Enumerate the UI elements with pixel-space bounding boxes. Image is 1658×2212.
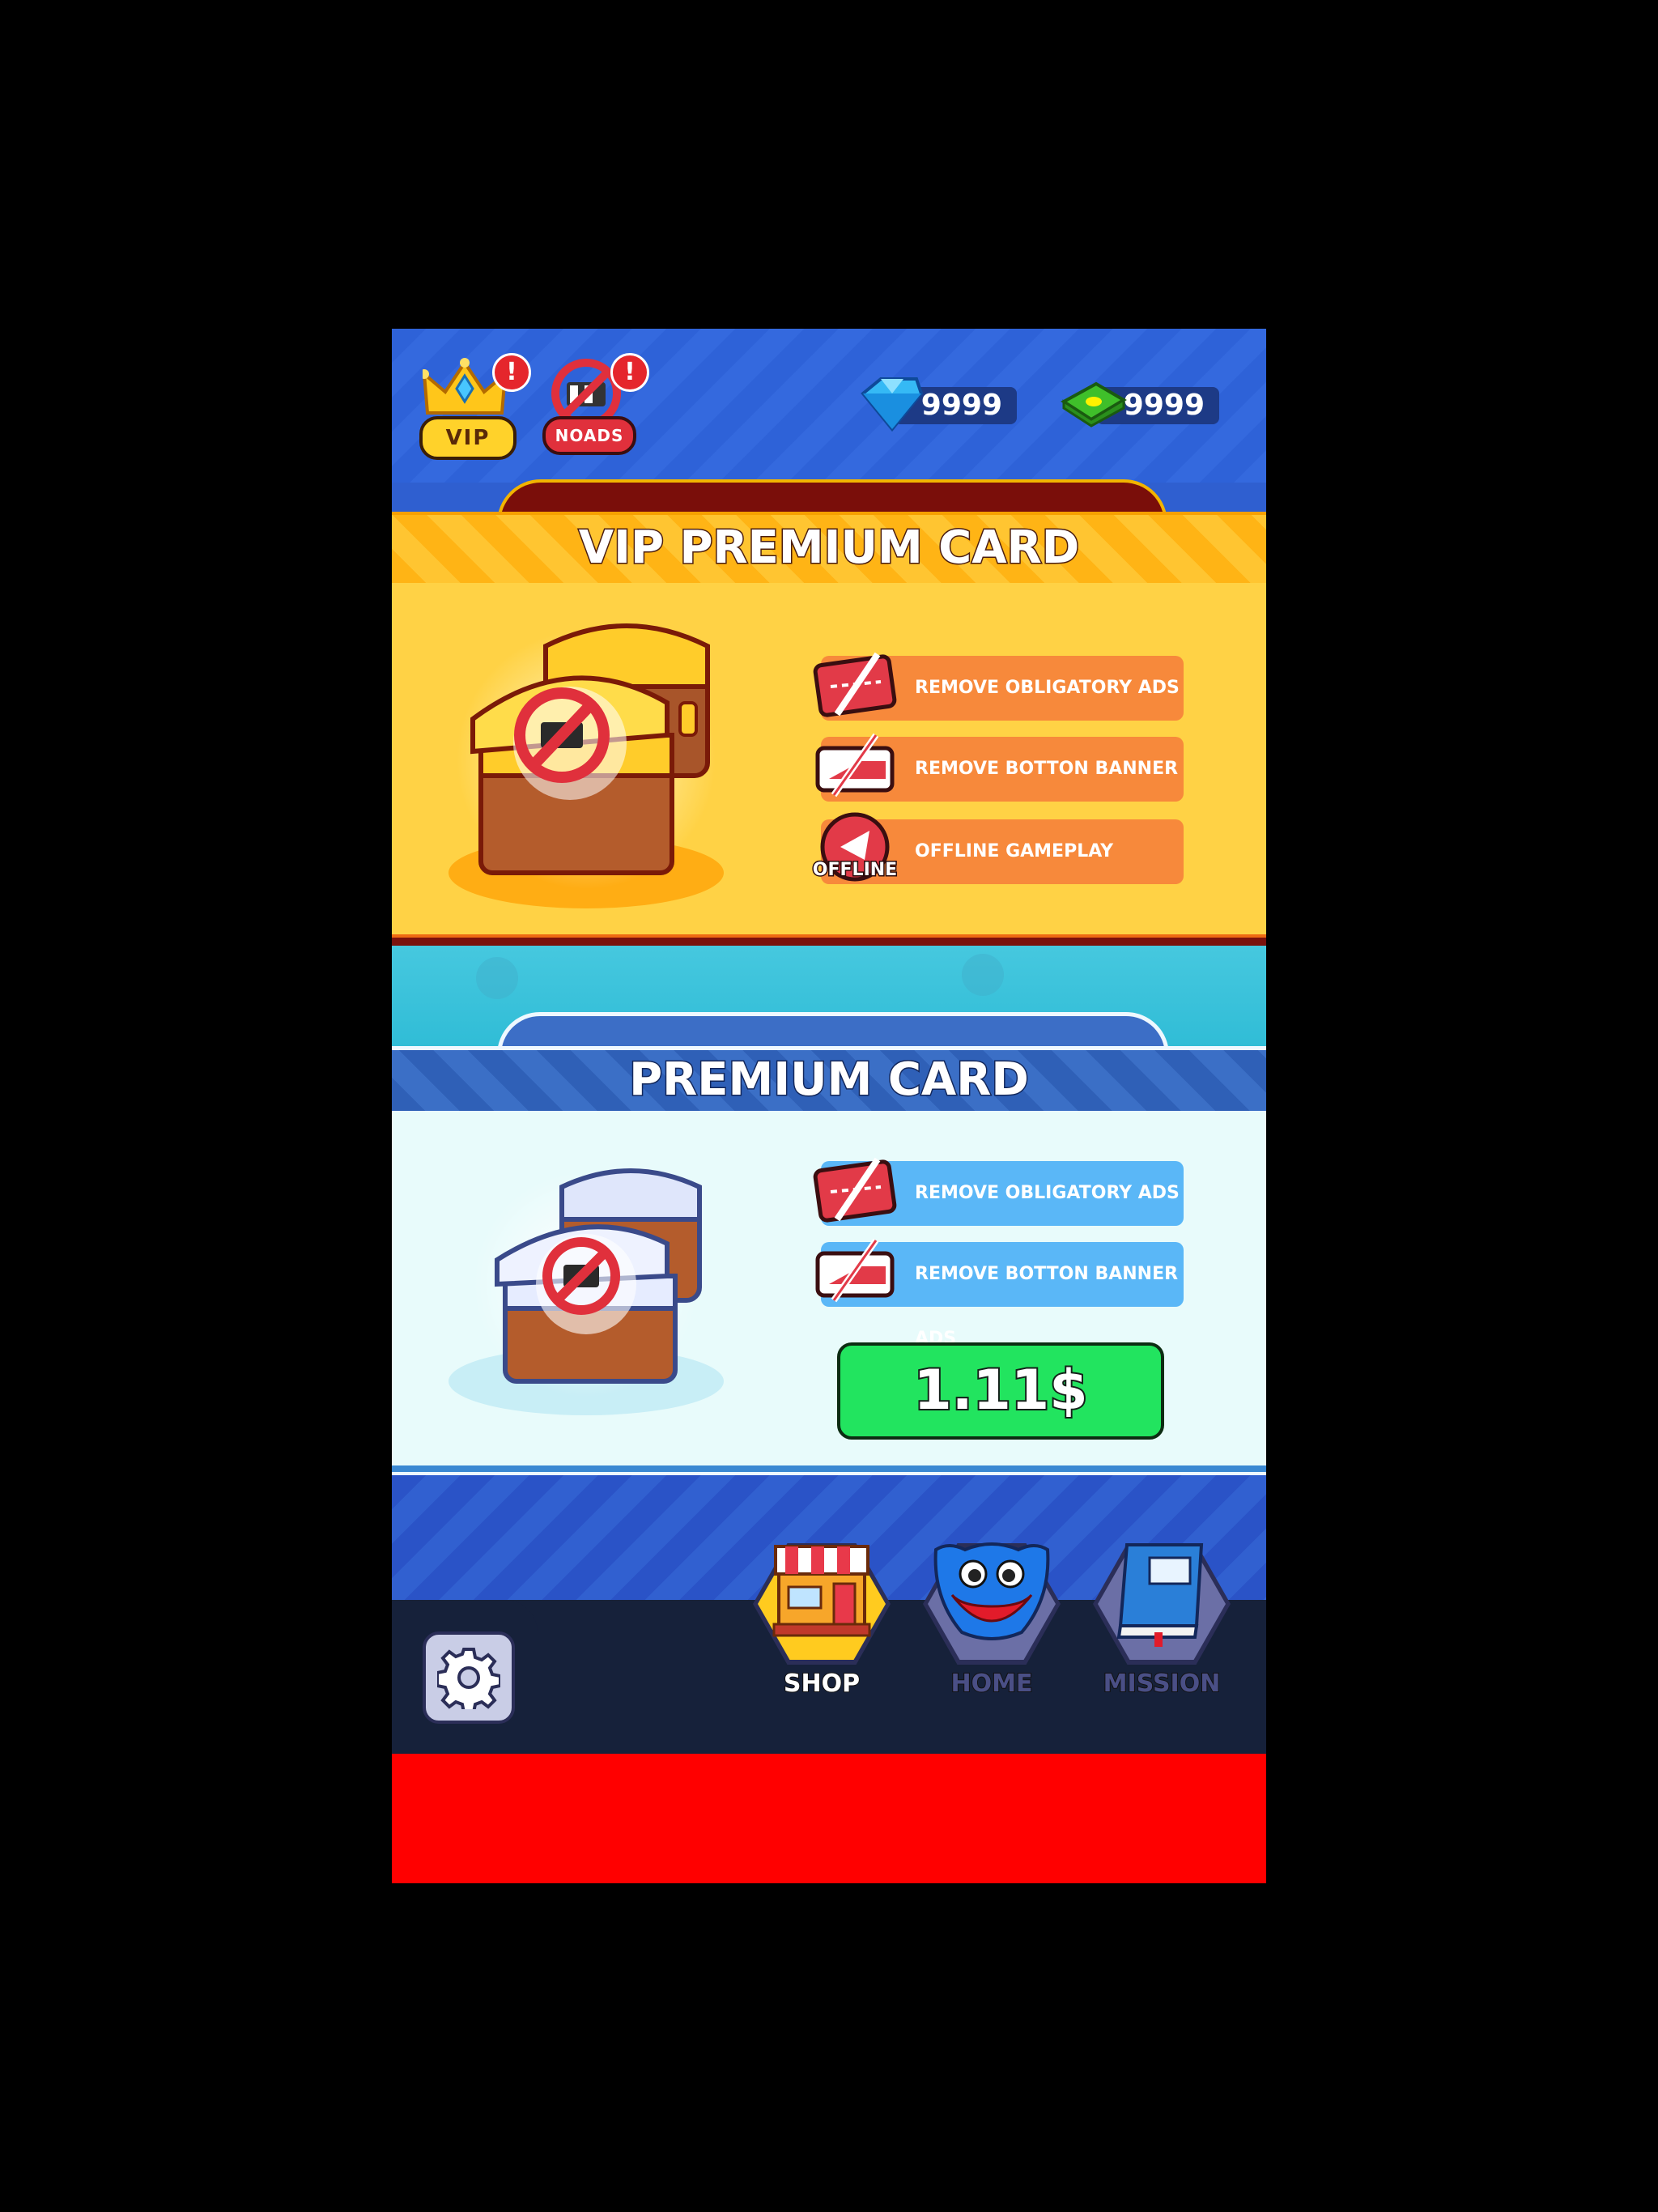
offline-play-icon: OFFLINE (811, 811, 899, 892)
game-screen: VIP ! NOADS ! 9999 9999 VIP PREMIUM CARD (392, 329, 1266, 1883)
gear-icon (437, 1648, 500, 1709)
vip-card-body[interactable]: REMOVE OBLIGATORY ADS REMOVE BOTTON BANN… (392, 583, 1266, 939)
noads-label: NOADS (542, 416, 636, 455)
premium-feature-label: REMOVE BOTTON BANNER ADS (915, 1264, 1179, 1349)
vip-label: VIP (419, 416, 517, 460)
banner-ad-placeholder (392, 1754, 1266, 1883)
premium-card-bottom-edge (392, 1465, 1266, 1472)
vip-alert-badge: ! (492, 353, 531, 392)
nav-shop[interactable]: SHOP (753, 1543, 891, 1699)
no-ticket-icon (813, 1157, 897, 1223)
buy-premium-button[interactable]: 1.11$ (837, 1342, 1164, 1440)
noads-button[interactable]: NOADS ! (542, 353, 649, 458)
vip-card-title: VIP PREMIUM CARD (577, 521, 1080, 576)
shop-icon (772, 1545, 871, 1637)
offline-icon-label: OFFLINE (811, 859, 898, 882)
skull-icon (962, 954, 1004, 996)
cash-icon[interactable] (1061, 379, 1127, 429)
nav-mission-label: MISSION (1103, 1669, 1222, 1699)
nav-shop-label: SHOP (783, 1669, 861, 1699)
noads-alert-badge: ! (610, 353, 649, 392)
no-banner-icon (815, 733, 895, 798)
nav-home[interactable]: HOME (923, 1542, 1061, 1699)
nav-bump (392, 1600, 538, 1632)
no-banner-icon (815, 1238, 895, 1303)
gem-icon[interactable] (857, 376, 925, 432)
nav-mission[interactable]: MISSION (1093, 1543, 1231, 1699)
skull-icon (476, 957, 518, 999)
premium-card-title: PREMIUM CARD (628, 1053, 1031, 1108)
gold-chest-icon (449, 623, 724, 908)
no-ticket-icon (813, 652, 897, 717)
settings-button[interactable] (423, 1631, 515, 1724)
vip-button[interactable]: VIP ! (419, 353, 531, 460)
vip-feature-label: REMOVE OBLIGATORY ADS (915, 678, 1180, 698)
premium-feature-label: REMOVE OBLIGATORY ADS (915, 1183, 1180, 1203)
nav-home-label: HOME (950, 1669, 1034, 1699)
vip-feature-label: OFFLINE GAMEPLAY (915, 841, 1114, 861)
huggy-face-icon (933, 1542, 1050, 1640)
vip-card-banner: VIP PREMIUM CARD (392, 512, 1266, 586)
premium-card-banner: PREMIUM CARD (392, 1046, 1266, 1114)
book-icon (1116, 1543, 1204, 1647)
silver-chest-icon (449, 1168, 724, 1415)
